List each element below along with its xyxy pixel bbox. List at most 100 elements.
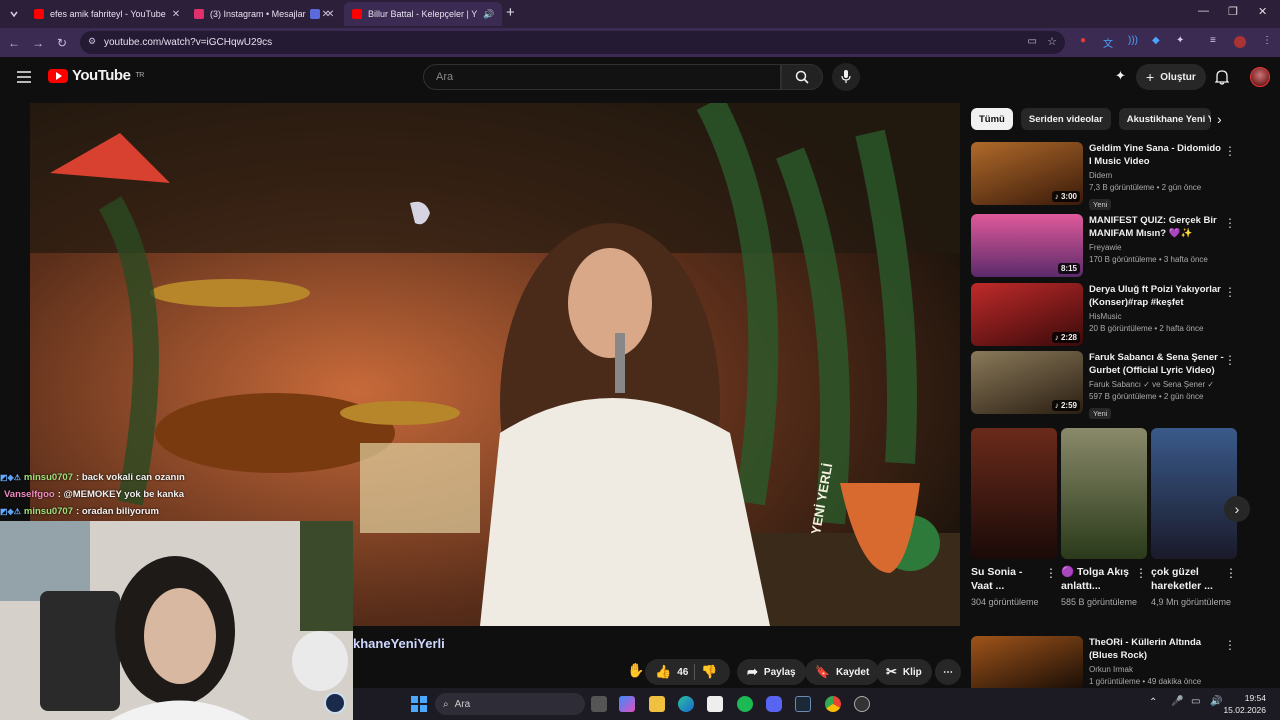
channel-name[interactable]: Didem [1089, 170, 1224, 182]
back-arrow-icon[interactable]: ← [4, 36, 24, 50]
short-item[interactable]: 🟣 Tolga Akış anlattı... 585 B görüntülem… [1061, 428, 1147, 608]
more-actions-button[interactable]: ⋯ [935, 659, 961, 685]
video-thumbnail[interactable] [971, 636, 1083, 688]
short-thumbnail[interactable] [1061, 428, 1147, 559]
edge-icon[interactable] [678, 696, 694, 712]
video-title[interactable]: Faruk Sabancı & Sena Şener - Gurbet (Off… [1089, 351, 1224, 377]
discord-icon[interactable] [766, 696, 782, 712]
short-item[interactable]: Su Sonia - Vaat ... 304 görüntüleme ⋮ [971, 428, 1057, 608]
store-icon[interactable] [707, 696, 723, 712]
recommended-video[interactable]: ♪ 2:28 Derya Uluğ ft Poizi Yakıyorlar (K… [971, 283, 1236, 347]
browser-menu-icon[interactable]: ⋮ [1262, 35, 1272, 46]
video-title[interactable]: TheORi - Küllerin Altında (Blues Rock) [1089, 636, 1224, 662]
taskbar-clock[interactable]: 19:54 15.02.2026 [1223, 692, 1266, 716]
hamburger-menu-icon[interactable] [17, 71, 31, 83]
steam-icon[interactable] [795, 696, 811, 712]
channel-title-fragment[interactable]: khaneYeniYerli [353, 636, 445, 651]
chip-all[interactable]: Tümü [971, 108, 1013, 130]
restore-icon[interactable]: ❐ [1228, 5, 1238, 18]
create-button[interactable]: + Oluştur [1136, 64, 1206, 90]
notifications-bell-icon[interactable] [1215, 69, 1229, 85]
like-button[interactable]: 👍 46 [655, 664, 688, 680]
short-title[interactable]: 🟣 Tolga Akış anlattı... [1061, 565, 1131, 593]
video-title[interactable]: MANIFEST QUIZ: Gerçek Bir MANIFAM Mısın?… [1089, 214, 1224, 240]
browser-tab-site[interactable]: ✕ [302, 2, 342, 26]
reload-icon[interactable]: ↻ [52, 36, 72, 50]
new-tab-button[interactable]: + [506, 4, 515, 21]
tray-chevron-up-icon[interactable]: ⌃ [1149, 697, 1157, 708]
recommended-video[interactable]: ♪ 3:00 Geldim Yine Sana - Didomido I Mus… [971, 142, 1236, 210]
close-icon[interactable]: ✕ [1258, 5, 1267, 18]
search-input[interactable]: Ara [423, 64, 781, 90]
tray-network-icon[interactable]: ▭ [1191, 696, 1200, 707]
chrome-icon[interactable] [825, 696, 841, 712]
voice-search-button[interactable] [832, 63, 860, 91]
shorts-next-button[interactable]: › [1224, 496, 1250, 522]
short-title[interactable]: Su Sonia - Vaat ... [971, 565, 1041, 593]
profile-avatar-icon[interactable] [1234, 36, 1246, 48]
channel-name[interactable]: Faruk Sabancı ✓ ve Sena Şener ✓ [1089, 379, 1224, 391]
video-thumbnail[interactable]: ♪ 3:00 [971, 142, 1083, 205]
search-button[interactable] [781, 64, 823, 90]
tray-mic-icon[interactable]: 🎤 [1171, 696, 1183, 707]
site-info-icon[interactable]: ⚙ [88, 36, 96, 47]
channel-name[interactable]: HisMusic [1089, 311, 1224, 323]
video-thumbnail[interactable]: 8:15 [971, 214, 1083, 277]
copilot-icon[interactable] [619, 696, 635, 712]
chip-series[interactable]: Seriden videolar [1020, 108, 1111, 130]
more-vertical-icon[interactable]: ⋮ [1224, 638, 1236, 652]
short-thumbnail[interactable] [971, 428, 1057, 559]
close-tab-icon[interactable]: ✕ [172, 9, 180, 20]
audio-playing-icon[interactable]: 🔊 [483, 9, 494, 20]
extensions-puzzle-icon[interactable]: ✦ [1176, 35, 1184, 46]
channel-name[interactable]: Freyawie [1089, 242, 1224, 254]
channel-name[interactable]: Orkun Irmak [1089, 664, 1224, 676]
recommended-video[interactable]: ♪ 2:59 Faruk Sabancı & Sena Şener - Gurb… [971, 351, 1236, 419]
more-vertical-icon[interactable]: ⋮ [1045, 566, 1057, 580]
tray-volume-icon[interactable]: 🔊 [1210, 696, 1222, 707]
dislike-button[interactable]: 👎 [701, 664, 717, 680]
task-view-icon[interactable] [591, 696, 607, 712]
more-vertical-icon[interactable]: ⋮ [1225, 566, 1237, 580]
spotify-icon[interactable] [737, 696, 753, 712]
video-thumbnail[interactable]: ♪ 2:59 [971, 351, 1083, 414]
extension-translate-icon[interactable]: 文 [1103, 35, 1113, 50]
youtube-logo[interactable]: YouTube TR [48, 67, 144, 84]
obs-icon[interactable] [854, 696, 870, 712]
save-button[interactable]: 🔖 Kaydet [805, 659, 880, 685]
short-title[interactable]: çok güzel hareketler ... [1151, 565, 1221, 593]
more-vertical-icon[interactable]: ⋮ [1224, 144, 1236, 158]
short-thumbnail[interactable] [1151, 428, 1237, 559]
browser-tab-youtube-efes[interactable]: efes amik fahriteyl - YouTube ✕ [26, 2, 182, 26]
file-explorer-icon[interactable] [649, 696, 665, 712]
account-avatar[interactable] [1250, 67, 1270, 87]
browser-tab-youtube-active[interactable]: Billur Battal - Kelepçeler | Y 🔊 ✕ [344, 2, 502, 26]
address-bar[interactable]: ⚙ youtube.com/watch?v=iGCHqwU29cs ▭ ☆ [80, 31, 1065, 54]
clip-button[interactable]: ✂ Klip [876, 659, 932, 685]
media-control-icon[interactable]: ≡ [1210, 35, 1216, 46]
chip-channel[interactable]: Akustikhane Yeni Yerli [1118, 108, 1211, 130]
minimize-icon[interactable]: — [1198, 5, 1209, 17]
tab-list-button[interactable] [4, 2, 24, 26]
video-thumbnail[interactable]: ♪ 2:28 [971, 283, 1083, 346]
forward-arrow-icon[interactable]: → [28, 36, 48, 50]
recommended-video[interactable]: 8:15 MANIFEST QUIZ: Gerçek Bir MANIFAM M… [971, 214, 1236, 278]
ai-sparkle-icon[interactable]: ✦ [1115, 68, 1126, 84]
more-vertical-icon[interactable]: ⋮ [1224, 285, 1236, 299]
short-item[interactable]: çok güzel hareketler ... 4,9 Mn görüntül… [1151, 428, 1237, 608]
extension-red-icon[interactable]: ● [1080, 35, 1086, 46]
install-app-icon[interactable]: ▭ [1028, 36, 1037, 47]
share-button[interactable]: ➦ Paylaş [737, 659, 806, 685]
video-title[interactable]: Geldim Yine Sana - Didomido I Music Vide… [1089, 142, 1224, 168]
windows-start-icon[interactable] [411, 696, 427, 712]
more-vertical-icon[interactable]: ⋮ [1135, 566, 1147, 580]
more-vertical-icon[interactable]: ⋮ [1224, 353, 1236, 367]
taskbar-search[interactable]: ⌕ Ara [435, 693, 585, 715]
extension-shield-icon[interactable]: ◆ [1152, 35, 1160, 46]
more-vertical-icon[interactable]: ⋮ [1224, 216, 1236, 230]
close-tab-icon[interactable]: ✕ [326, 9, 334, 20]
extension-audio-icon[interactable]: ))) [1128, 35, 1138, 46]
bookmark-star-icon[interactable]: ☆ [1047, 35, 1057, 48]
chips-next-chevron-icon[interactable]: › [1217, 111, 1222, 127]
video-title[interactable]: Derya Uluğ ft Poizi Yakıyorlar (Konser)#… [1089, 283, 1224, 309]
